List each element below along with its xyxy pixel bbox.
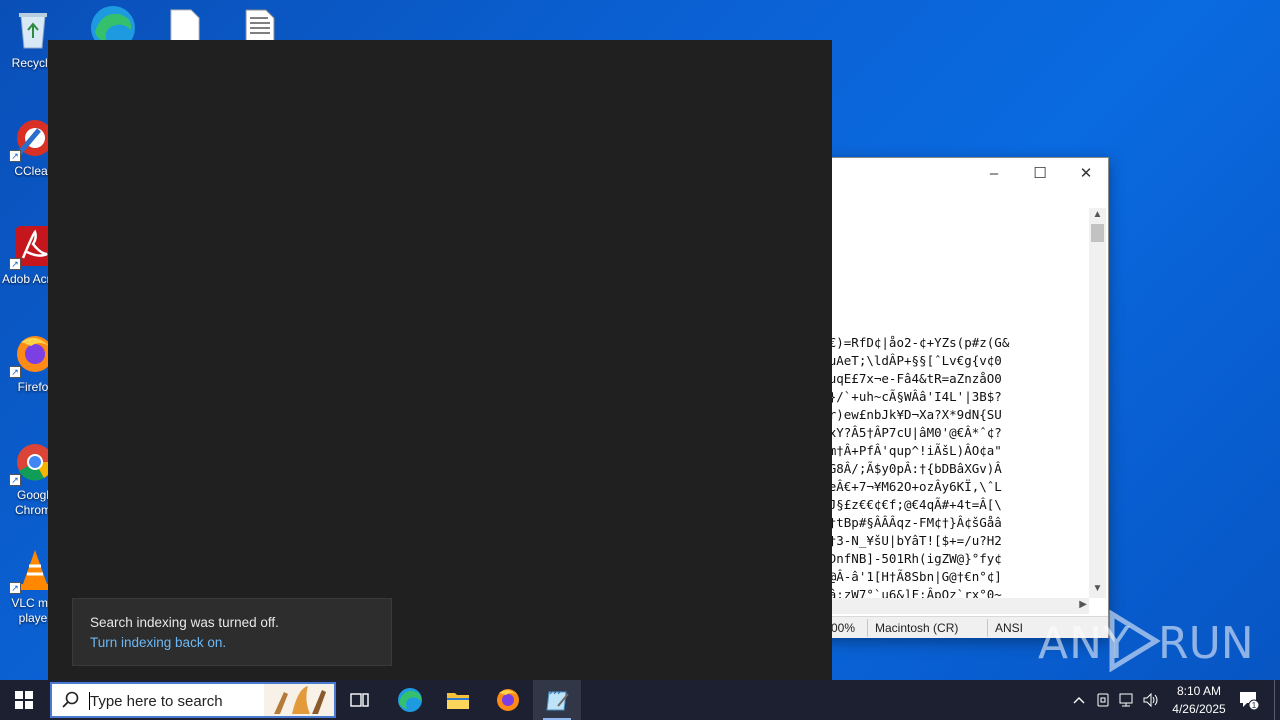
- tray-device-button[interactable]: [1092, 680, 1114, 720]
- action-center-button[interactable]: 1: [1234, 680, 1264, 720]
- volume-icon: [1143, 692, 1158, 708]
- minimize-button[interactable]: –: [971, 158, 1017, 188]
- start-button[interactable]: [0, 680, 48, 720]
- shortcut-arrow-icon: ↗: [9, 366, 21, 378]
- indexing-message: Search indexing was turned off.: [90, 615, 279, 630]
- taskbar: Type here to search 8:10 AM 4/26/2025 1: [0, 680, 1280, 720]
- task-view-button[interactable]: [336, 680, 384, 720]
- notification-icon: 1: [1240, 692, 1260, 710]
- status-encoding: ANSI: [995, 621, 1024, 635]
- taskbar-edge[interactable]: [386, 680, 434, 720]
- shortcut-arrow-icon: ↗: [9, 582, 21, 594]
- firefox-icon: [497, 689, 519, 711]
- taskbar-search-box[interactable]: Type here to search: [50, 682, 336, 718]
- clock-time: 8:10 AM: [1176, 684, 1222, 698]
- indexing-notice: Search indexing was turned off. Turn ind…: [72, 598, 392, 666]
- shortcut-arrow-icon: ↗: [9, 150, 21, 162]
- scroll-up-icon[interactable]: ▲: [1089, 208, 1106, 222]
- chevron-up-icon: [1073, 697, 1085, 704]
- search-placeholder: Type here to search: [90, 693, 223, 710]
- scroll-thumb[interactable]: [1091, 224, 1104, 242]
- show-desktop-button[interactable]: [1274, 680, 1275, 720]
- tray-volume-button[interactable]: [1140, 680, 1162, 720]
- show-hidden-icons-button[interactable]: [1068, 680, 1090, 720]
- search-highlight-art-icon: [264, 684, 334, 716]
- maximize-button[interactable]: ☐: [1017, 158, 1063, 188]
- scroll-down-icon[interactable]: ▼: [1089, 582, 1106, 596]
- search-icon: [62, 691, 79, 708]
- turn-indexing-on-link[interactable]: Turn indexing back on.: [90, 633, 374, 653]
- windows-logo-icon: [15, 691, 33, 709]
- play-triangle-icon: [1109, 610, 1161, 672]
- shortcut-arrow-icon: ↗: [9, 258, 21, 270]
- watermark-text-right: RUN: [1158, 618, 1254, 669]
- notepad-icon: [546, 690, 569, 711]
- vertical-scrollbar[interactable]: ▲ ▼: [1089, 208, 1106, 598]
- task-view-icon: [350, 693, 369, 707]
- taskbar-file-explorer[interactable]: [434, 680, 482, 720]
- status-line-ending: Macintosh (CR): [875, 621, 959, 635]
- desktop-icon-label: Firefo: [17, 380, 49, 394]
- shortcut-arrow-icon: ↗: [9, 474, 21, 486]
- folder-icon: [447, 693, 469, 709]
- edge-icon: [398, 688, 422, 712]
- taskbar-clock[interactable]: 8:10 AM 4/26/2025: [1160, 682, 1238, 718]
- network-icon: [1119, 693, 1133, 707]
- status-zoom: 00%: [831, 621, 856, 635]
- search-flyout: Search indexing was turned off. Turn ind…: [48, 40, 832, 680]
- device-icon: [1097, 693, 1109, 707]
- tray-network-button[interactable]: [1116, 680, 1138, 720]
- desktop-icon-label: CClear: [14, 164, 52, 178]
- clock-date: 4/26/2025: [1172, 702, 1226, 716]
- taskbar-notepad[interactable]: [533, 680, 581, 720]
- watermark-logo: ANY RUN: [1038, 608, 1254, 674]
- taskbar-firefox[interactable]: [484, 680, 532, 720]
- close-button[interactable]: ✕: [1063, 158, 1109, 188]
- notification-count: 1: [1252, 701, 1257, 710]
- desktop: Recycle ↗ CClear ↗ Adob Acrob ↗ Firefo ↗…: [0, 0, 1280, 680]
